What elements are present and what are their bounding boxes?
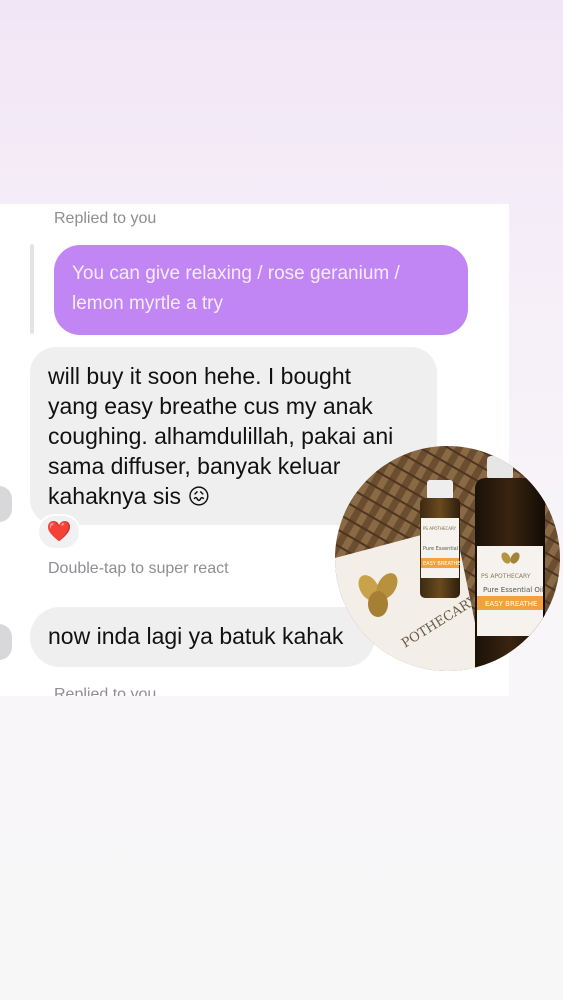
replied-to-you-label: Replied to you	[54, 210, 157, 227]
essential-oil-photo: POTHECARY PS APOTHECARY Pure Essential O…	[335, 446, 560, 671]
message-line: will buy it soon hehe. I bought	[48, 363, 352, 389]
big-bottle-brand: PS APOTHECARY	[481, 573, 531, 580]
replied-to-you-label: Replied to you	[54, 686, 157, 696]
message-line: sama diffuser, banyak keluar	[48, 453, 341, 479]
product-photo-sticker: POTHECARY PS APOTHECARY Pure Essential O…	[335, 446, 560, 671]
big-bottle-title: Pure Essential Oil	[483, 586, 544, 594]
small-bottle-brand: PS APOTHECARY	[423, 526, 457, 531]
small-bottle-title: Pure Essential Oil	[423, 546, 466, 552]
message-bubble[interactable]: now inda lagi ya batuk kahak	[30, 607, 375, 667]
message-line: coughing. alhamdulillah, pakai ani	[48, 423, 394, 449]
heart-reaction-badge[interactable]: ❤️	[37, 514, 81, 550]
big-bottle-name: EASY BREATHE	[485, 600, 537, 608]
quoted-message-bubble[interactable]: You can give relaxing / rose geranium / …	[54, 245, 468, 335]
sender-avatar[interactable]	[0, 486, 12, 522]
confounded-face-emoji: 😖	[187, 484, 211, 509]
sender-avatar[interactable]	[0, 624, 12, 660]
super-react-hint: Double-tap to super react	[48, 560, 229, 577]
quote-indicator-bar	[30, 244, 34, 334]
small-bottle-name: EASY BREATHE	[423, 561, 460, 567]
message-line: yang easy breathe cus my anak	[48, 393, 373, 419]
